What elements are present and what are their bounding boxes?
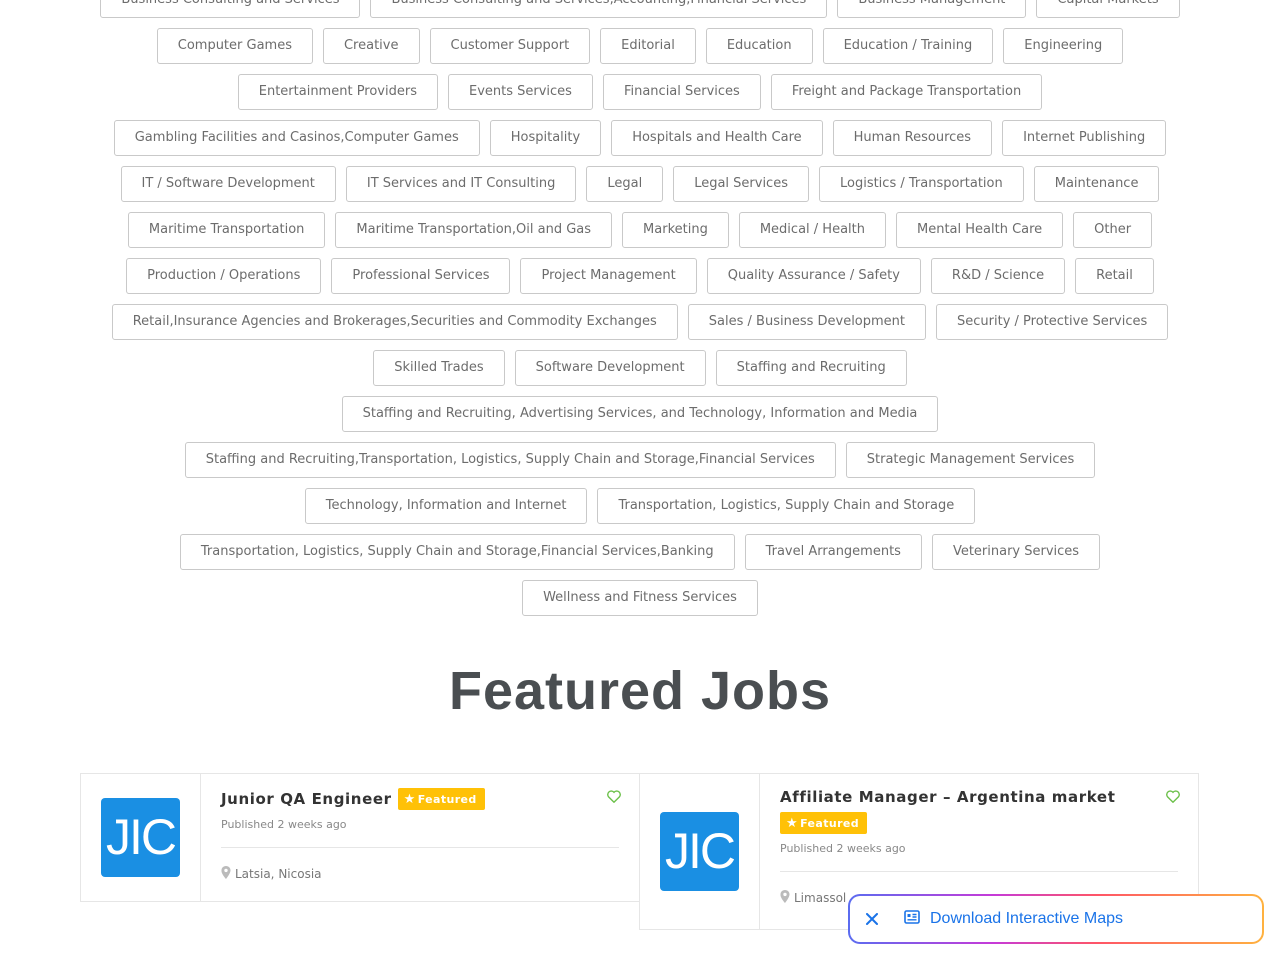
category-tag[interactable]: Security / Protective Services <box>936 304 1169 340</box>
category-tag[interactable]: Computer Games <box>156 28 313 64</box>
download-maps-button[interactable]: Download Interactive Maps <box>904 909 1123 929</box>
category-tag[interactable]: Skilled Trades <box>373 350 505 386</box>
category-tag[interactable]: Hospitality <box>489 120 602 156</box>
category-tag[interactable]: Retail <box>1075 258 1154 294</box>
job-card[interactable]: JIC Junior QA Engineer ★ Featured Publis… <box>80 773 640 902</box>
category-tag[interactable]: Creative <box>322 28 420 64</box>
category-tag[interactable]: Transportation, Logistics, Supply Chain … <box>597 488 976 524</box>
job-location: Latsia, Nicosia <box>221 866 621 882</box>
category-tag[interactable]: Retail,Insurance Agencies and Brokerages… <box>111 304 678 340</box>
divider <box>780 871 1178 872</box>
category-tag[interactable]: Education / Training <box>822 28 994 64</box>
category-tag[interactable]: Medical / Health <box>738 212 886 248</box>
category-tag[interactable]: Capital Markets <box>1036 0 1180 18</box>
category-tag[interactable]: Editorial <box>600 28 696 64</box>
company-logo-cell: JIC <box>81 774 201 901</box>
download-maps-banner-inner: Download Interactive Maps <box>850 896 1262 942</box>
category-tag[interactable]: IT / Software Development <box>120 166 336 202</box>
category-tag[interactable]: Marketing <box>622 212 729 248</box>
featured-jobs-heading: Featured Jobs <box>448 661 832 721</box>
heart-icon[interactable] <box>1166 788 1180 807</box>
star-icon: ★ <box>403 791 416 807</box>
heart-icon[interactable] <box>607 788 621 807</box>
category-tag[interactable]: Wellness and Fitness Services <box>522 580 758 616</box>
star-icon: ★ <box>786 815 799 831</box>
featured-badge-label: Featured <box>800 816 860 830</box>
job-title-row: Junior QA Engineer ★ Featured <box>221 788 621 810</box>
category-tag[interactable]: Business Management <box>837 0 1027 18</box>
category-tag[interactable]: Staffing and Recruiting,Transportation, … <box>184 442 836 478</box>
category-tag[interactable]: Human Resources <box>832 120 993 156</box>
company-logo[interactable]: JIC <box>101 798 180 877</box>
category-tag[interactable]: Mental Health Care <box>895 212 1064 248</box>
category-tag[interactable]: Quality Assurance / Safety <box>706 258 921 294</box>
category-tag[interactable]: Maintenance <box>1033 166 1160 202</box>
location-pin-icon <box>221 866 231 882</box>
download-maps-banner: Download Interactive Maps <box>848 894 1264 944</box>
category-tag[interactable]: Technology, Information and Internet <box>304 488 588 524</box>
category-tag[interactable]: Logistics / Transportation <box>818 166 1024 202</box>
category-tag[interactable]: Software Development <box>514 350 706 386</box>
job-info: Junior QA Engineer ★ Featured Published … <box>221 788 621 882</box>
divider <box>221 847 619 848</box>
category-tag[interactable]: Professional Services <box>331 258 511 294</box>
download-maps-label: Download Interactive Maps <box>930 910 1123 927</box>
category-tag[interactable]: Project Management <box>520 258 697 294</box>
category-tag[interactable]: Financial Services <box>602 74 761 110</box>
category-tag[interactable]: Maritime Transportation,Oil and Gas <box>335 212 613 248</box>
featured-badge: ★ Featured <box>397 788 485 810</box>
category-tag[interactable]: Legal Services <box>673 166 809 202</box>
page: Business Consulting and Services Business… <box>0 0 1280 960</box>
category-tag[interactable]: Hospitals and Health Care <box>611 120 823 156</box>
category-tag[interactable]: Sales / Business Development <box>687 304 927 340</box>
category-tag[interactable]: Freight and Package Transportation <box>770 74 1043 110</box>
published-date: Published 2 weeks ago <box>221 818 347 831</box>
category-tag-cloud: Business Consulting and Services Business… <box>80 0 1200 616</box>
category-tag[interactable]: Strategic Management Services <box>845 442 1096 478</box>
category-tag[interactable]: Production / Operations <box>126 258 322 294</box>
category-tag[interactable]: Gambling Facilities and Casinos,Computer… <box>113 120 480 156</box>
job-title-row: Affiliate Manager – Argentina market ★ F… <box>780 788 1180 834</box>
job-location-text: Limassol <box>794 891 847 905</box>
category-tag[interactable]: Education <box>705 28 813 64</box>
category-tag[interactable]: Maritime Transportation <box>127 212 326 248</box>
category-tag[interactable]: Staffing and Recruiting <box>715 350 907 386</box>
category-tag[interactable]: Business Consulting and Services,Account… <box>370 0 828 18</box>
category-tag[interactable]: Transportation, Logistics, Supply Chain … <box>179 534 735 570</box>
category-tag[interactable]: Customer Support <box>429 28 591 64</box>
job-info: Affiliate Manager – Argentina market ★ F… <box>780 788 1180 906</box>
company-logo-cell: JIC <box>640 774 760 929</box>
category-tag[interactable]: Legal <box>586 166 664 202</box>
published-date: Published 2 weeks ago <box>780 842 906 855</box>
close-icon[interactable] <box>850 910 894 929</box>
job-location-text: Latsia, Nicosia <box>235 867 322 881</box>
category-tag[interactable]: Travel Arrangements <box>744 534 922 570</box>
category-tag[interactable]: Veterinary Services <box>931 534 1101 570</box>
location-pin-icon <box>780 890 790 906</box>
job-title-link[interactable]: Junior QA Engineer <box>221 790 392 808</box>
category-tag[interactable]: IT Services and IT Consulting <box>345 166 577 202</box>
category-tag[interactable]: Engineering <box>1003 28 1124 64</box>
company-logo[interactable]: JIC <box>660 812 739 891</box>
category-tag[interactable]: Business Consulting and Services <box>100 0 361 18</box>
category-tag[interactable]: Staffing and Recruiting, Advertising Ser… <box>341 396 939 432</box>
map-icon <box>904 909 920 929</box>
category-tag[interactable]: Events Services <box>447 74 593 110</box>
job-title-link[interactable]: Affiliate Manager – Argentina market <box>780 788 1115 806</box>
category-tag[interactable]: Internet Publishing <box>1002 120 1167 156</box>
featured-badge-label: Featured <box>417 792 477 806</box>
category-tag[interactable]: Other <box>1073 212 1153 248</box>
featured-badge: ★ Featured <box>780 812 868 834</box>
category-tag[interactable]: Entertainment Providers <box>237 74 438 110</box>
category-tag[interactable]: R&D / Science <box>930 258 1066 294</box>
